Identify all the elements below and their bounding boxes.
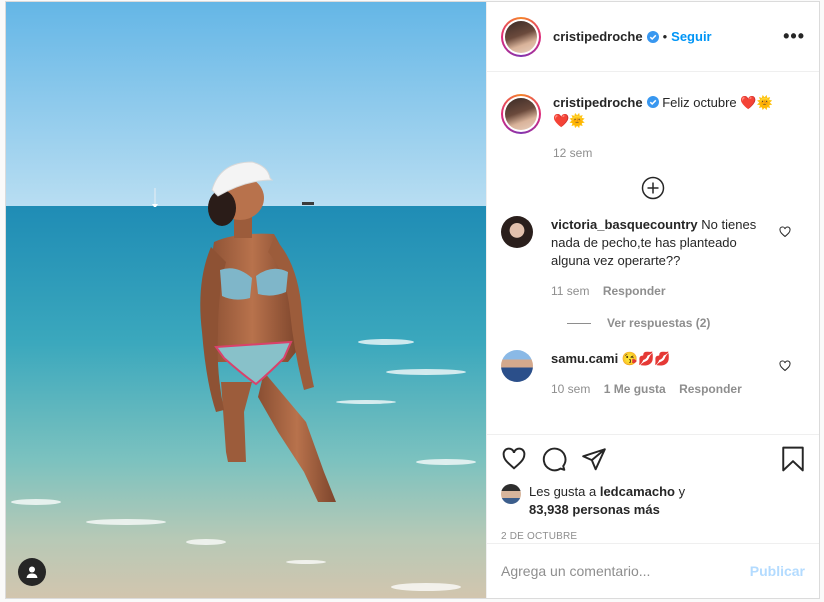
- author-username[interactable]: cristipedroche: [553, 29, 643, 44]
- post-side-panel: cristipedroche • Seguir ••• cristipedroc…: [486, 2, 819, 598]
- liker-username[interactable]: ledcamacho: [600, 484, 675, 499]
- comment-time: 11 sem: [551, 284, 590, 298]
- comment-like-icon[interactable]: [779, 360, 791, 372]
- comments-section[interactable]: cristipedroche Feliz octubre ❤️🌞 ❤️🌞 12 …: [487, 72, 819, 434]
- likes-prefix: Les gusta a: [529, 484, 597, 499]
- likes-others-count[interactable]: 83,938 personas más: [529, 502, 660, 517]
- beach-photo-image: [6, 2, 486, 598]
- add-comment-bar: Publicar: [487, 543, 819, 598]
- caption-emoji-1: ❤️🌞: [740, 95, 773, 110]
- separator-dot: •: [662, 29, 668, 44]
- comment-row: samu.cami 😘💋💋 10 sem 1 Me gusta Responde…: [501, 350, 805, 398]
- view-replies-button[interactable]: Ver respuestas (2): [567, 316, 805, 330]
- save-button[interactable]: [781, 446, 805, 472]
- view-replies-label: Ver respuestas (2): [607, 316, 711, 330]
- user-tag-icon: [26, 566, 38, 578]
- comment-input[interactable]: [501, 563, 750, 579]
- reply-button[interactable]: Responder: [679, 382, 742, 396]
- post-dialog: cristipedroche • Seguir ••• cristipedroc…: [5, 1, 820, 599]
- post-actions: Les gusta a ledcamacho y 83,938 personas…: [487, 434, 819, 542]
- caption-username[interactable]: cristipedroche: [553, 95, 643, 110]
- post-photo[interactable]: [6, 2, 486, 598]
- share-icon: [582, 448, 606, 471]
- share-button[interactable]: [581, 446, 607, 472]
- comment-username[interactable]: samu.cami: [551, 351, 618, 366]
- comment-avatar[interactable]: [501, 216, 533, 248]
- comment-row: victoria_basquecountry No tienes nada de…: [501, 216, 805, 300]
- reply-button[interactable]: Responder: [603, 284, 666, 298]
- follow-button[interactable]: Seguir: [671, 29, 711, 44]
- comment-username[interactable]: victoria_basquecountry: [551, 217, 698, 232]
- author-avatar[interactable]: [501, 16, 541, 57]
- caption-avatar[interactable]: [501, 94, 541, 134]
- caption-row: cristipedroche Feliz octubre ❤️🌞 ❤️🌞 12 …: [501, 94, 805, 162]
- comment-icon: [542, 447, 567, 472]
- comment-likes-count[interactable]: 1 Me gusta: [604, 382, 666, 396]
- plus-circle-icon[interactable]: [641, 176, 665, 200]
- post-header: cristipedroche • Seguir •••: [487, 2, 819, 72]
- heart-icon: [502, 447, 526, 470]
- user-tag-button[interactable]: [18, 558, 46, 586]
- more-options-icon[interactable]: •••: [783, 26, 805, 47]
- save-icon: [782, 446, 804, 472]
- comment-like-icon[interactable]: [779, 226, 791, 238]
- comment-time: 10 sem: [551, 382, 591, 396]
- post-date[interactable]: 2 DE OCTUBRE: [501, 531, 805, 542]
- caption-text: Feliz octubre: [662, 95, 737, 110]
- likes-connector: y: [678, 484, 686, 499]
- caption-time: 12 sem: [553, 146, 593, 160]
- comment-button[interactable]: [541, 446, 567, 472]
- caption-emoji-2: ❤️🌞: [553, 113, 586, 128]
- verified-badge-icon: [646, 30, 659, 43]
- comment-text: 😘💋💋: [621, 351, 671, 366]
- publish-button[interactable]: Publicar: [750, 563, 805, 579]
- like-button[interactable]: [501, 446, 527, 472]
- likes-summary: Les gusta a ledcamacho y 83,938 personas…: [501, 483, 805, 519]
- liker-avatar[interactable]: [501, 484, 521, 504]
- comment-avatar[interactable]: [501, 350, 533, 382]
- verified-badge-icon: [646, 96, 659, 108]
